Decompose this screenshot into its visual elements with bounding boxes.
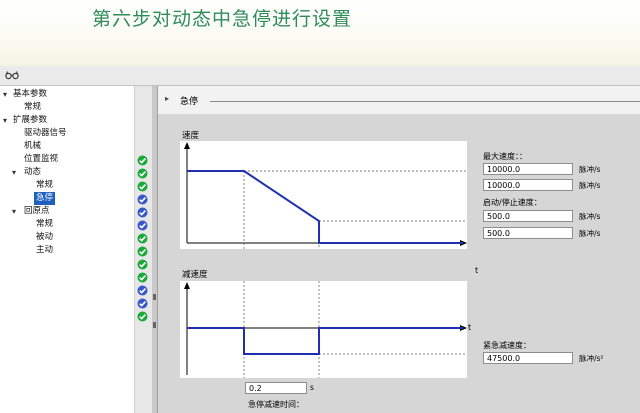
tree-item[interactable]: ▾ 扩展参数 [0, 114, 152, 127]
emergency-deceleration-field[interactable]: 47500.0 [483, 352, 573, 364]
tree-item[interactable]: 常规 [0, 179, 152, 192]
tree-item[interactable]: 被动 [0, 231, 152, 244]
slide-title: 第六步对动态中急停进行设置 [92, 8, 353, 30]
velocity-y-arrow [184, 142, 190, 149]
blue-check-icon [137, 194, 148, 205]
start-stop-velocity-label: 启动/停止速度： [483, 198, 542, 207]
velocity-diagram [184, 142, 467, 249]
blue-check-icon [137, 285, 148, 296]
blue-check-icon [137, 207, 148, 218]
tree-item-label: 回原点 [24, 206, 50, 216]
deceleration-diagram [184, 281, 467, 378]
tree-item-label: 常规 [36, 219, 54, 229]
green-check-icon [137, 246, 148, 257]
tree-item[interactable]: ▾ 动态 [0, 166, 152, 179]
deceleration-plot-area [180, 281, 467, 378]
tree-item-label: 机械 [24, 141, 42, 151]
navigation-tree: ▾ 基本参数 常规 ▾ 扩展参数 驱动器信号 机械 位置监视 ▾ 动态 常规 急停 ▾ 回原点 常规 被动 主动 [0, 86, 153, 413]
glasses-icon[interactable] [5, 70, 19, 80]
tree-item[interactable]: 主动 [0, 244, 152, 257]
emergency-ramp-time-label: 急停减速时间： [248, 400, 304, 409]
emergency-deceleration-unit: 脉冲/s² [579, 354, 604, 363]
velocity-x-axis-label: t [475, 266, 479, 275]
section-divider [210, 101, 640, 102]
tree-item-label: 位置监视 [24, 154, 59, 164]
deceleration-y-arrow [184, 282, 190, 289]
green-check-icon [137, 168, 148, 179]
blue-check-icon [137, 298, 148, 309]
max-velocity-unit: 脉冲/s [579, 165, 601, 174]
green-check-icon [137, 259, 148, 270]
green-check-icon [137, 233, 148, 244]
tree-item-label: 驱动器信号 [24, 128, 67, 138]
blue-check-icon [137, 220, 148, 231]
splitter-grip [153, 294, 156, 300]
deceleration-chart-label: 减速度 [182, 270, 208, 280]
tree-item-label: 基本参数 [13, 89, 48, 99]
max-velocity-secondary-unit: 脉冲/s [579, 181, 601, 190]
tree-item[interactable]: 位置监视 [0, 153, 152, 166]
emergency-stop-panel: ▸ 急停 速度 t 最大速度：： 10000.0 脉冲/s 10000.0 脉冲… [158, 86, 640, 413]
velocity-curve [187, 170, 463, 244]
tree-item-label: 常规 [36, 180, 54, 190]
emergency-ramp-time-field[interactable]: 0.2 [245, 382, 307, 394]
velocity-chart-label: 速度 [182, 131, 200, 141]
splitter-grip [153, 322, 156, 328]
emergency-ramp-time-unit: s [310, 383, 314, 392]
tree-item[interactable]: 机械 [0, 140, 152, 153]
green-check-icon [137, 311, 148, 322]
max-velocity-label: 最大速度：： [483, 152, 527, 161]
expand-arrow-icon[interactable]: ▾ [3, 114, 7, 127]
expand-arrow-icon[interactable]: ▾ [3, 88, 7, 101]
green-check-icon [137, 272, 148, 283]
expand-arrow-icon[interactable]: ▾ [12, 166, 16, 179]
green-check-icon [137, 181, 148, 192]
velocity-plot-area [180, 141, 467, 249]
deceleration-x-axis-label: t [468, 323, 472, 332]
tree-item[interactable]: ▾ 回原点 [0, 205, 152, 218]
tree-item-label: 常规 [24, 102, 42, 112]
start-stop-velocity-secondary-unit: 脉冲/s [579, 229, 601, 238]
start-stop-velocity-unit: 脉冲/s [579, 212, 601, 221]
deceleration-curve [187, 327, 463, 355]
tree-item[interactable]: 常规 [0, 218, 152, 231]
tree-item-label: 被动 [36, 232, 54, 242]
tree-item-label: 主动 [36, 245, 54, 255]
green-check-icon [137, 155, 148, 166]
tree-item[interactable]: 驱动器信号 [0, 127, 152, 140]
start-stop-velocity-field[interactable]: 500.0 [483, 210, 573, 222]
tree-item-label: 扩展参数 [13, 115, 48, 125]
section-title: 急停 [180, 97, 199, 107]
tree-item[interactable]: ▾ 基本参数 [0, 88, 152, 101]
max-velocity-field-secondary[interactable]: 10000.0 [483, 179, 573, 191]
chevron-right-icon: ▸ [165, 94, 170, 103]
tree-item[interactable]: 常规 [0, 101, 152, 114]
axis-config-window: ▾ 基本参数 常规 ▾ 扩展参数 驱动器信号 机械 位置监视 ▾ 动态 常规 急停 ▾ 回原点 常规 被动 主动… [0, 66, 640, 413]
max-velocity-field[interactable]: 10000.0 [483, 163, 573, 175]
tree-item-label: 急停 [34, 192, 56, 205]
tree-item[interactable]: 急停 [0, 192, 152, 205]
start-stop-velocity-field-secondary[interactable]: 500.0 [483, 227, 573, 239]
toolbar [0, 66, 640, 86]
emergency-deceleration-label: 紧急减速度： [483, 341, 531, 350]
section-header[interactable]: ▸ 急停 [158, 86, 640, 114]
tree-item-label: 动态 [24, 167, 42, 177]
expand-arrow-icon[interactable]: ▾ [12, 205, 16, 218]
